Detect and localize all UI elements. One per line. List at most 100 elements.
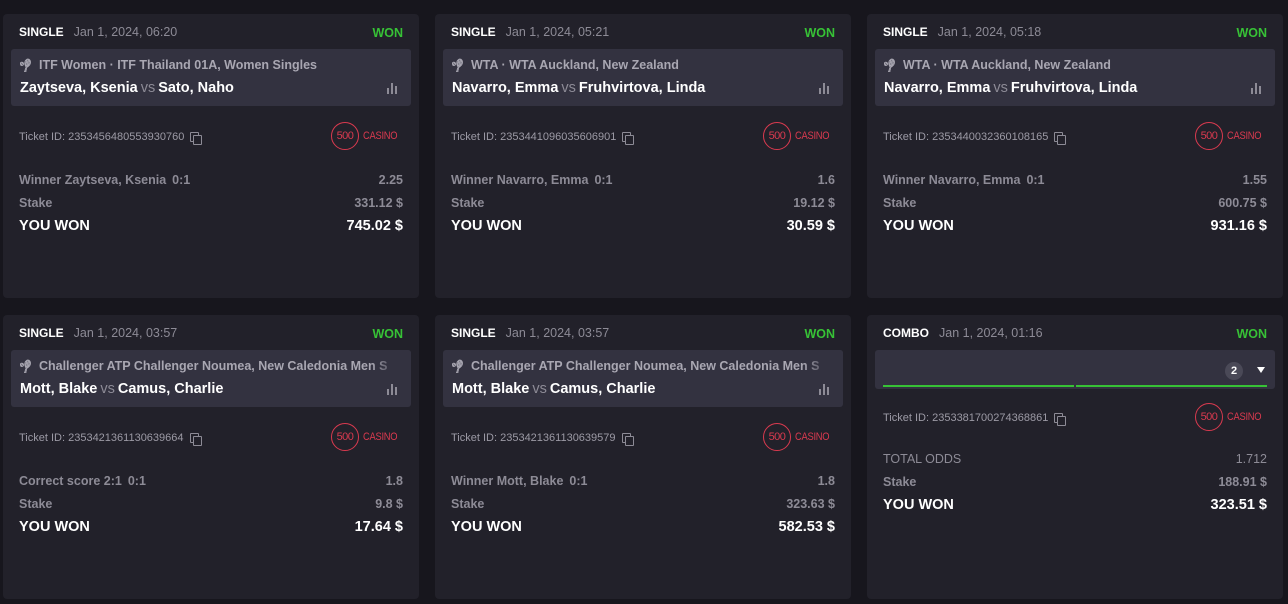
- logo-word: CASINO: [1227, 411, 1262, 423]
- stats-bar: [823, 384, 825, 395]
- card-header: COMBO Jan 1, 2024, 01:16 WON: [875, 315, 1275, 350]
- copy-icon[interactable]: [189, 432, 202, 446]
- status-badge: WON: [1236, 327, 1267, 341]
- status-badge: WON: [372, 26, 403, 40]
- match-teams: Navarro, Emma vs Fruhvirtova, Linda: [452, 80, 834, 96]
- selection: Winner Zaytseva, Ksenia 0:1: [19, 173, 190, 187]
- tennis-racket-icon: 🎾︎: [20, 58, 37, 72]
- stake-label: Stake: [451, 195, 485, 210]
- event-box[interactable]: 🎾︎ ITF Women · ITF Thailand 01A, Women S…: [11, 49, 411, 106]
- stats-bar: [387, 389, 389, 395]
- selection: Correct score 2:1 0:1: [19, 474, 146, 488]
- stake-value: 9.8 $: [375, 496, 403, 511]
- payout-value: 323.51 $: [1210, 497, 1267, 513]
- league-name: Challenger ATP Challenger Noumea, New Ca…: [38, 359, 388, 373]
- bet-date: Jan 1, 2024, 01:16: [939, 325, 1043, 340]
- stats-bar: [395, 387, 397, 395]
- stake-value: 323.63 $: [786, 496, 835, 511]
- stake-line: Stake 9.8 $: [11, 492, 411, 515]
- combo-progress-bars: [883, 385, 1267, 387]
- payout-line: YOU WON 30.59 $: [443, 214, 843, 238]
- league-line: 🎾︎ WTA · WTA Auckland, New Zealand: [884, 58, 1266, 72]
- event-box[interactable]: 🎾︎ Challenger ATP Challenger Noumea, New…: [443, 350, 843, 407]
- match-teams: Mott, Blake vs Camus, Charlie: [452, 381, 834, 397]
- text-fade: [803, 350, 843, 376]
- bet-date: Jan 1, 2024, 03:57: [73, 325, 178, 340]
- text-fade: [803, 49, 843, 75]
- match-teams: Mott, Blake vs Camus, Charlie: [20, 381, 402, 397]
- logo-word: CASINO: [795, 431, 830, 443]
- bet-card: SINGLE Jan 1, 2024, 05:21 WON 🎾︎ WTA · W…: [435, 14, 851, 298]
- logo-word: CASINO: [363, 431, 398, 443]
- copy-icon[interactable]: [1054, 412, 1067, 426]
- away-team: Fruhvirtova, Linda: [1010, 80, 1138, 96]
- selection-line: Winner Zaytseva, Ksenia 0:1 2.25: [11, 168, 411, 191]
- stats-bar: [395, 86, 397, 94]
- copy-icon[interactable]: [622, 131, 635, 145]
- away-team: Camus, Charlie: [117, 381, 224, 397]
- copy-icon[interactable]: [621, 432, 634, 446]
- stake-label: Stake: [883, 474, 917, 489]
- odds-value: 1.6: [817, 172, 835, 187]
- bet-type: SINGLE: [451, 24, 496, 39]
- stake-label: Stake: [19, 195, 53, 210]
- home-team: Mott, Blake: [452, 381, 530, 397]
- league-line: 🎾︎ Challenger ATP Challenger Noumea, New…: [452, 359, 834, 373]
- ticket-id: Ticket ID: 2353440032360108165: [883, 131, 1049, 143]
- stats-icon[interactable]: [819, 83, 831, 94]
- selection-score: 0:1: [1026, 172, 1045, 187]
- stats-bar: [391, 83, 393, 94]
- casino-logo: 500 CASINO: [763, 122, 835, 150]
- casino-logo: 500 CASINO: [1195, 403, 1267, 431]
- payout-value: 30.59 $: [786, 218, 835, 234]
- odds-value: 1.55: [1242, 172, 1267, 187]
- stats-icon[interactable]: [387, 384, 399, 395]
- tennis-racket-icon: 🎾︎: [884, 58, 901, 72]
- payout-label: YOU WON: [883, 218, 954, 234]
- stake-line: Stake 19.12 $: [443, 191, 843, 214]
- selection-line: Winner Navarro, Emma 0:1 1.6: [443, 168, 843, 191]
- ticket-id: Ticket ID: 2353421361130639664: [19, 432, 184, 444]
- away-team: Fruhvirtova, Linda: [578, 80, 706, 96]
- text-fade: [1235, 49, 1275, 75]
- vs-label: vs: [561, 80, 576, 96]
- bet-type: SINGLE: [451, 325, 496, 340]
- text-fade: [371, 350, 411, 376]
- selection: Winner Mott, Blake 0:1: [451, 474, 587, 488]
- selection-score: 0:1: [594, 172, 613, 187]
- stats-bar: [827, 86, 829, 94]
- selection-score: 0:1: [172, 172, 191, 187]
- bet-date: Jan 1, 2024, 05:18: [937, 24, 1042, 39]
- stake-line: Stake 600.75 $: [875, 191, 1275, 214]
- payout-line: YOU WON 17.64 $: [11, 515, 411, 539]
- league-name: Challenger ATP Challenger Noumea, New Ca…: [470, 359, 820, 373]
- stake-label: Stake: [883, 195, 917, 210]
- event-box[interactable]: 🎾︎ WTA · WTA Auckland, New Zealand Navar…: [875, 49, 1275, 106]
- selection: Winner Navarro, Emma 0:1: [451, 173, 613, 187]
- ticket-id: Ticket ID: 2353381700274368861: [883, 412, 1049, 424]
- event-box[interactable]: 🎾︎ Challenger ATP Challenger Noumea, New…: [11, 350, 411, 407]
- selection-line: Winner Mott, Blake 0:1 1.8: [443, 469, 843, 492]
- selection-score: 0:1: [569, 473, 588, 488]
- copy-icon[interactable]: [190, 131, 203, 145]
- total-odds-label: TOTAL ODDS: [883, 451, 962, 466]
- copy-icon[interactable]: [1054, 131, 1067, 145]
- odds-value: 1.8: [817, 473, 835, 488]
- total-odds-value: 1.712: [1235, 451, 1267, 466]
- stake-line: Stake 331.12 $: [11, 191, 411, 214]
- payout-line: YOU WON 323.51 $: [875, 493, 1275, 517]
- stats-icon[interactable]: [819, 384, 831, 395]
- stats-icon[interactable]: [387, 83, 399, 94]
- stake-label: Stake: [451, 496, 485, 511]
- stats-bar: [1255, 83, 1257, 94]
- stats-icon[interactable]: [1251, 83, 1263, 94]
- bet-card: SINGLE Jan 1, 2024, 06:20 WON 🎾︎ ITF Wom…: [3, 14, 419, 298]
- logo-number: 500: [1195, 403, 1223, 431]
- combo-selections-toggle[interactable]: 2: [875, 350, 1275, 389]
- stats-bar: [819, 88, 821, 94]
- status-badge: WON: [804, 327, 835, 341]
- selection-score: 0:1: [127, 473, 146, 488]
- chevron-down-icon[interactable]: [1257, 367, 1265, 373]
- payout-label: YOU WON: [451, 218, 522, 234]
- event-box[interactable]: 🎾︎ WTA · WTA Auckland, New Zealand Navar…: [443, 49, 843, 106]
